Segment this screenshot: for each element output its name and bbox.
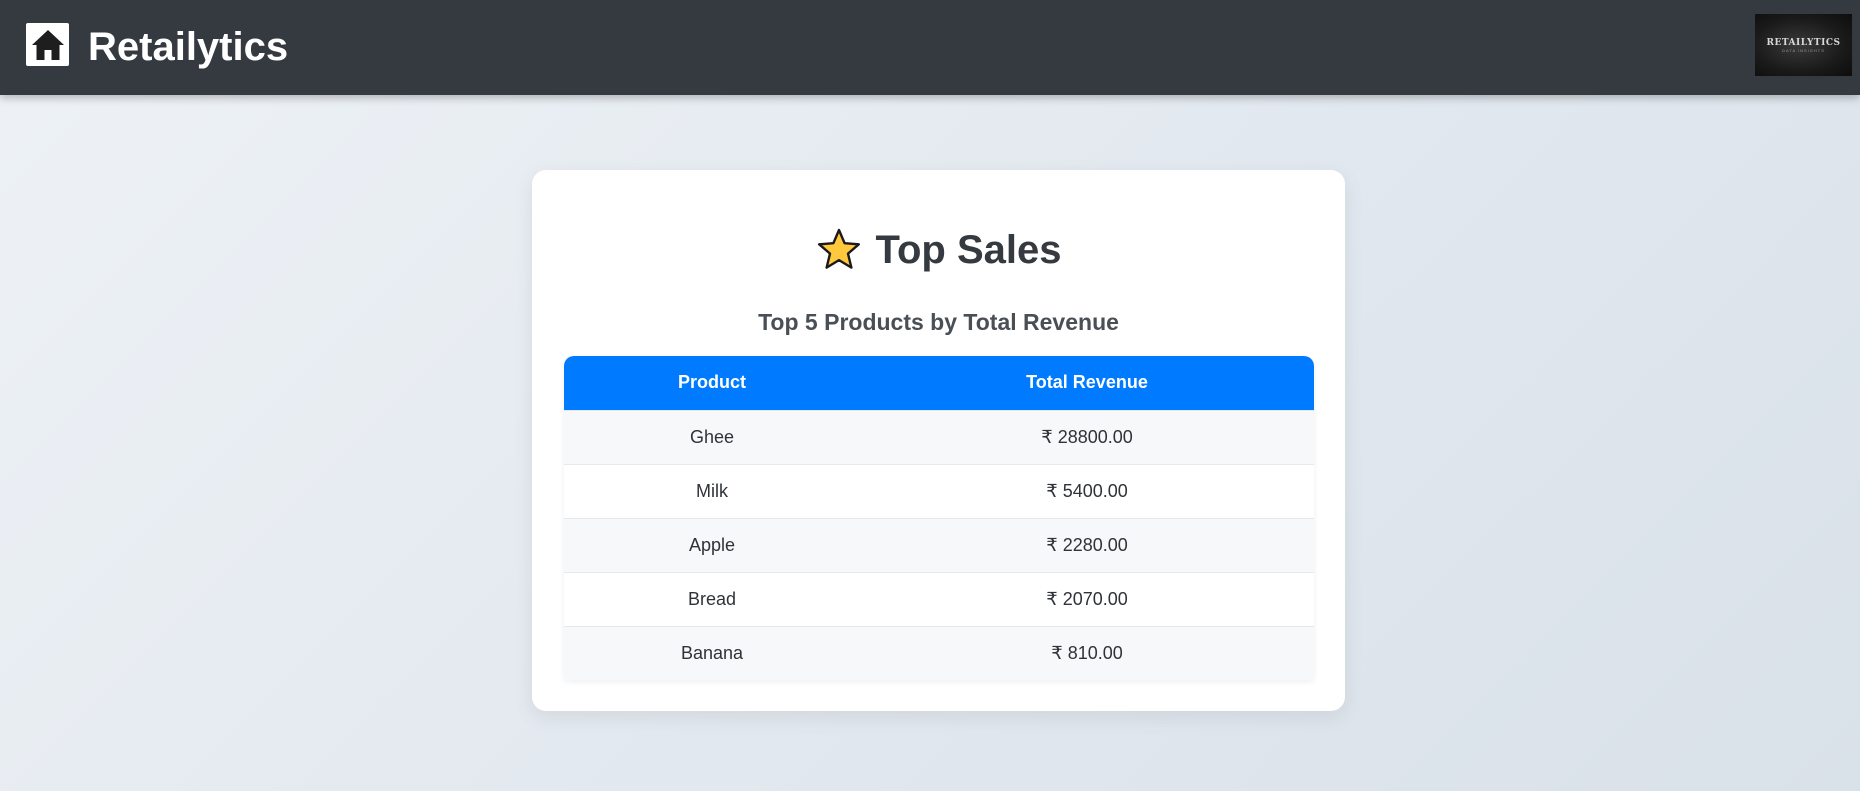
revenue-cell: ₹ 5400.00 — [860, 463, 1314, 518]
revenue-cell: ₹ 2070.00 — [860, 571, 1314, 626]
column-header-revenue: Total Revenue — [860, 356, 1314, 410]
top-products-table: Product Total Revenue Ghee ₹ 28800.00 Mi… — [564, 356, 1314, 680]
card-heading: Top Sales — [532, 225, 1345, 275]
product-cell: Ghee — [564, 409, 860, 464]
product-cell: Milk — [564, 463, 860, 518]
revenue-cell: ₹ 2280.00 — [860, 517, 1314, 572]
brand-logo: RETAILYTICS DATA INSIGHTS — [1755, 14, 1852, 76]
star-icon — [817, 228, 860, 269]
home-icon — [31, 29, 64, 60]
page-title: Top Sales — [875, 228, 1062, 272]
revenue-cell: ₹ 810.00 — [860, 625, 1314, 680]
card-subtitle: Top 5 Products by Total Revenue — [758, 309, 1119, 335]
table-row: Ghee ₹ 28800.00 — [564, 409, 1314, 464]
product-cell: Bread — [564, 571, 860, 626]
top-navbar: Retailytics RETAILYTICS DATA INSIGHTS — [0, 0, 1860, 95]
table-row: Bread ₹ 2070.00 — [564, 571, 1314, 626]
revenue-cell: ₹ 28800.00 — [860, 409, 1314, 464]
logo-text: RETAILYTICS — [1766, 37, 1841, 48]
logo-subtext: DATA INSIGHTS — [1782, 47, 1825, 53]
top-sales-card: Top Sales Top 5 Products by Total Revenu… — [532, 170, 1345, 711]
product-cell: Banana — [564, 625, 860, 680]
table-row: Banana ₹ 810.00 — [564, 625, 1314, 680]
table-row: Apple ₹ 2280.00 — [564, 517, 1314, 572]
table-row: Milk ₹ 5400.00 — [564, 463, 1314, 518]
home-button[interactable] — [26, 23, 69, 66]
column-header-product: Product — [564, 356, 860, 410]
brand-title[interactable]: Retailytics — [88, 22, 288, 72]
product-cell: Apple — [564, 517, 860, 572]
table-header-row: Product Total Revenue — [564, 356, 1314, 410]
